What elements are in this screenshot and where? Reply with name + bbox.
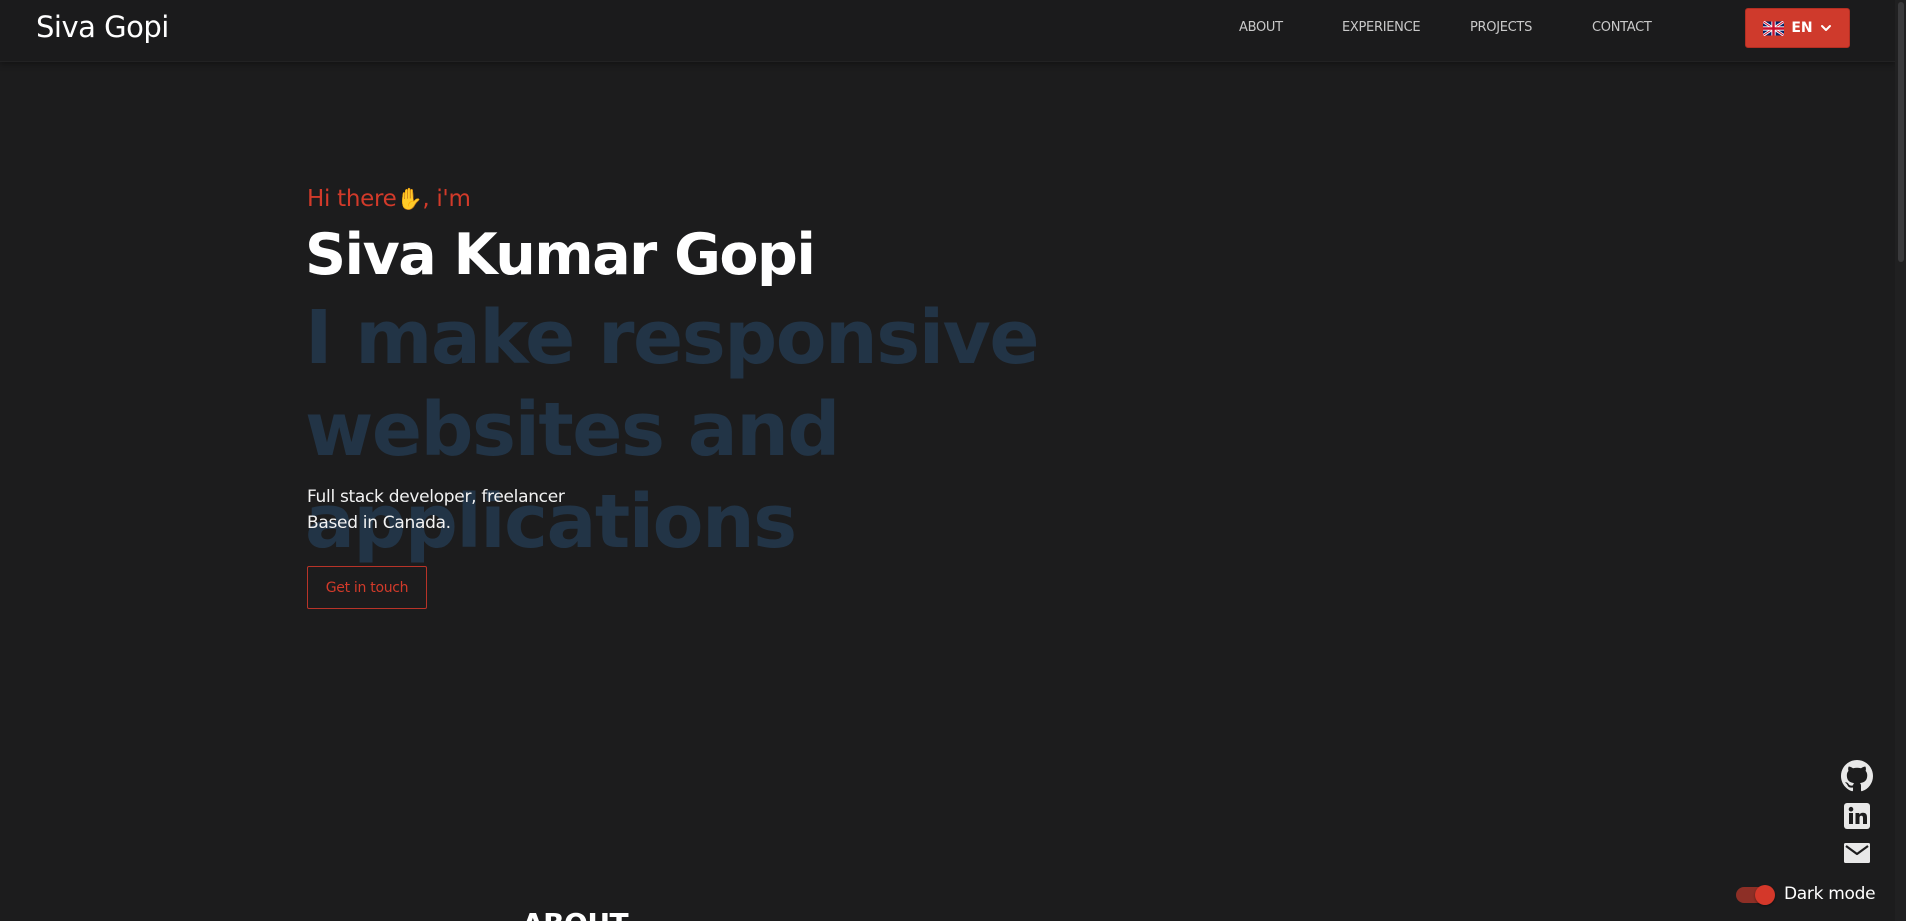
get-in-touch-button[interactable]: Get in touch [307,566,427,609]
top-navbar: Siva Gopi ABOUT EXPERIENCE PROJECTS CONT… [0,0,1895,62]
github-link[interactable] [1841,760,1873,792]
github-icon [1841,760,1873,792]
language-code: EN [1791,20,1813,36]
hero-description: Full stack developer, freelancer Based i… [307,484,565,536]
hero-name: Siva Kumar Gopi [305,222,816,288]
scrollbar-thumb[interactable] [1898,2,1904,262]
mail-icon [1844,843,1870,863]
nav-link-contact[interactable]: CONTACT [1592,20,1652,35]
waving-hand-icon: ✋ [396,187,423,211]
toggle-knob [1755,885,1775,905]
language-select-button[interactable]: EN [1745,8,1850,48]
brand-logo-link[interactable]: Siva Gopi [36,10,169,44]
description-line-role: Full stack developer, freelancer [307,487,565,507]
nav-link-about[interactable]: ABOUT [1239,20,1283,35]
linkedin-icon [1844,803,1870,829]
greeting-prefix: Hi there [307,186,397,212]
uk-flag-icon [1763,20,1785,36]
dark-mode-toggle[interactable] [1736,885,1775,905]
email-link[interactable] [1841,837,1873,869]
page: Siva Gopi ABOUT EXPERIENCE PROJECTS CONT… [0,0,1906,921]
greeting-suffix: , i'm [422,186,471,212]
dark-mode-label: Dark mode [1784,884,1876,904]
nav-link-experience[interactable]: EXPERIENCE [1342,20,1421,35]
nav-link-projects[interactable]: PROJECTS [1470,20,1532,35]
description-line-location: Based in Canada. [307,513,451,533]
about-section-heading: ABOUT [522,907,629,921]
hero-greeting: Hi there✋, i'm [307,186,471,212]
linkedin-link[interactable] [1841,800,1873,832]
chevron-down-icon [1820,25,1831,31]
